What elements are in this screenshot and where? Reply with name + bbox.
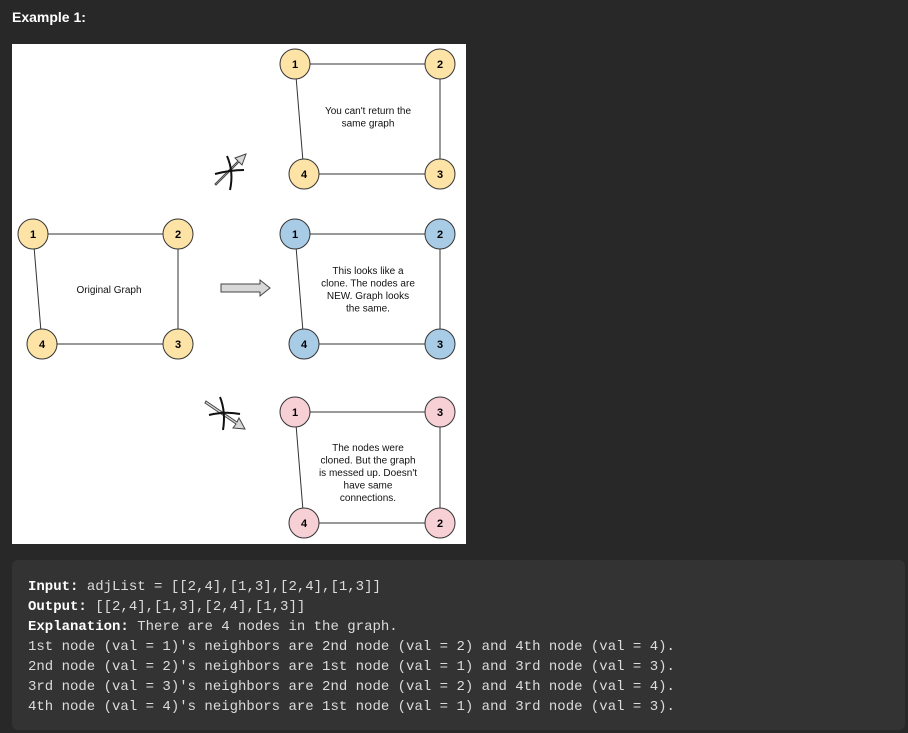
graph-node-label: 1 bbox=[292, 229, 298, 241]
graph-note-text: NEW. Graph looks bbox=[327, 291, 409, 302]
explanation-line: 4th node (val = 4)'s neighbors are 1st n… bbox=[28, 699, 675, 715]
example-heading: Example 1: bbox=[12, 9, 86, 25]
graph-note-text: same graph bbox=[342, 119, 395, 130]
graph-note-text: You can't return the bbox=[325, 106, 411, 117]
graph-clone-figure: 1 2 3 4 You can't return the same graph 1 2 3 4 Or… bbox=[12, 44, 466, 544]
graph-node-label: 2 bbox=[437, 59, 443, 71]
graph-note-text: have same bbox=[344, 481, 393, 492]
graph-edge bbox=[32, 233, 43, 345]
right-arrow-icon bbox=[220, 278, 271, 298]
graph-note-text: Original Graph bbox=[76, 285, 141, 296]
explanation-line: 1st node (val = 1)'s neighbors are 2nd n… bbox=[28, 639, 675, 655]
graph-edge bbox=[294, 233, 305, 345]
graph-note-text: cloned. But the graph bbox=[320, 456, 415, 467]
graph-node-label: 3 bbox=[437, 339, 443, 351]
explanation-label: Explanation: bbox=[28, 619, 129, 635]
graph-node-label: 2 bbox=[437, 229, 443, 241]
output-label: Output: bbox=[28, 599, 87, 615]
graph-node-label: 4 bbox=[301, 339, 308, 351]
graph-note-text: This looks like a bbox=[332, 266, 404, 277]
explanation-line: 2nd node (val = 2)'s neighbors are 1st n… bbox=[28, 659, 675, 675]
input-label: Input: bbox=[28, 579, 79, 595]
graph-node-label: 3 bbox=[437, 169, 443, 181]
graph-edge bbox=[294, 411, 305, 524]
example-code-block: Input: adjList = [[2,4],[1,3],[2,4],[1,3… bbox=[12, 560, 905, 730]
cross-mark-icon bbox=[214, 169, 245, 175]
graph-node-label: 4 bbox=[301, 518, 308, 530]
graph-node-label: 2 bbox=[175, 229, 181, 241]
graph-note-text: The nodes were bbox=[332, 443, 404, 454]
input-value: adjList = [[2,4],[1,3],[2,4],[1,3]] bbox=[78, 579, 381, 595]
graph-note-text: is messed up. Doesn't bbox=[319, 468, 417, 479]
graph-node-label: 3 bbox=[437, 407, 443, 419]
graph-note-text: clone. The nodes are bbox=[321, 279, 415, 290]
graph-node-label: 3 bbox=[175, 339, 181, 351]
graph-node-label: 4 bbox=[301, 169, 308, 181]
graph-node-label: 1 bbox=[30, 229, 36, 241]
graph-node-label: 1 bbox=[292, 59, 298, 71]
explanation-value: There are 4 nodes in the graph. bbox=[128, 619, 398, 635]
graph-note-text: connections. bbox=[340, 493, 396, 504]
graph-note-text: the same. bbox=[346, 304, 390, 315]
explanation-line: 3rd node (val = 3)'s neighbors are 2nd n… bbox=[28, 679, 675, 695]
example-text: Input: adjList = [[2,4],[1,3],[2,4],[1,3… bbox=[12, 560, 905, 717]
graph-node-label: 1 bbox=[292, 407, 298, 419]
graph-edge bbox=[294, 63, 305, 175]
output-value: [[2,4],[1,3],[2,4],[1,3]] bbox=[86, 599, 306, 615]
graph-node-label: 4 bbox=[39, 339, 46, 351]
graph-node-label: 2 bbox=[437, 518, 443, 530]
graph-diagram: 1 2 3 4 You can't return the same graph 1 2 3 4 Or… bbox=[17, 48, 456, 539]
